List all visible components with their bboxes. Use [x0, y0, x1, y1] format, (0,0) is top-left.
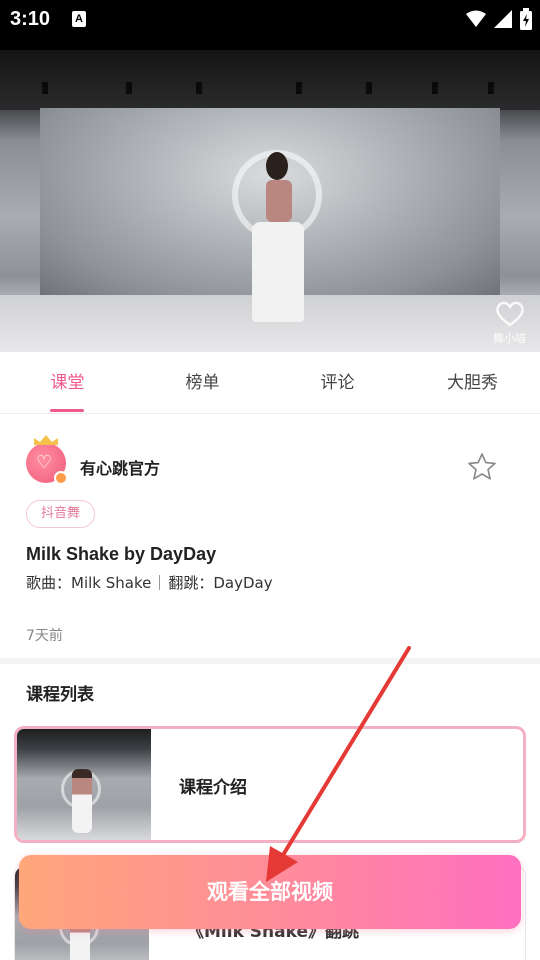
crown-icon	[34, 435, 58, 445]
stage-light	[432, 82, 438, 94]
wifi-icon	[466, 10, 486, 27]
course-list-title: 课程列表	[26, 685, 94, 705]
stage-light	[296, 82, 302, 94]
watch-all-button[interactable]: 观看全部视频	[19, 855, 521, 929]
stage-light	[196, 82, 202, 94]
dancer-top	[266, 180, 292, 222]
heart-avatar-icon: ♡	[36, 452, 53, 473]
category-tag[interactable]: 抖音舞	[26, 500, 96, 528]
video-player[interactable]: 舞小喵	[0, 50, 540, 352]
thumb-dancer	[72, 769, 92, 833]
battery-icon	[520, 8, 532, 30]
video-watermark: 舞小喵	[493, 301, 526, 346]
author-avatar[interactable]: ♡	[26, 435, 68, 485]
verified-badge-icon	[54, 471, 68, 485]
song-label: 歌曲：Milk Shake	[26, 574, 152, 592]
stage-light	[42, 82, 48, 94]
post-time: 7天前	[26, 628, 63, 644]
notification-a-icon: A	[72, 11, 86, 27]
tab-classroom[interactable]: 课堂	[0, 352, 135, 413]
tab-showcase[interactable]: 大胆秀	[405, 352, 540, 413]
watermark-text: 舞小喵	[493, 332, 526, 345]
tab-comments[interactable]: 评论	[270, 352, 405, 413]
course-item-label: 课程介绍	[179, 778, 247, 798]
tab-ranking[interactable]: 榜单	[135, 352, 270, 413]
status-icons	[466, 8, 532, 30]
author-name[interactable]: 有心跳官方	[80, 455, 160, 479]
section-divider	[0, 658, 540, 664]
status-bar: 3:10 A	[0, 0, 540, 50]
subtitle-divider	[159, 575, 161, 590]
course-thumbnail	[17, 729, 151, 840]
course-subtitle: 歌曲：Milk Shake 翻跳：DayDay	[26, 572, 273, 593]
course-title: Milk Shake by DayDay	[26, 544, 217, 564]
studio-ceiling	[0, 50, 540, 110]
stage-light	[366, 82, 372, 94]
choreo-label: 翻跳：DayDay	[168, 574, 273, 592]
signal-icon	[494, 10, 512, 28]
dancer-pants	[252, 222, 304, 322]
stage-light	[488, 82, 494, 94]
favorite-star-icon[interactable]	[466, 451, 498, 483]
course-item-intro[interactable]: 课程介绍	[14, 726, 526, 843]
tab-bar: 课堂 榜单 评论 大胆秀	[0, 352, 540, 414]
dancer	[266, 152, 288, 180]
heart-logo-icon	[495, 301, 524, 327]
stage-light	[126, 82, 132, 94]
status-time: 3:10	[10, 8, 51, 30]
